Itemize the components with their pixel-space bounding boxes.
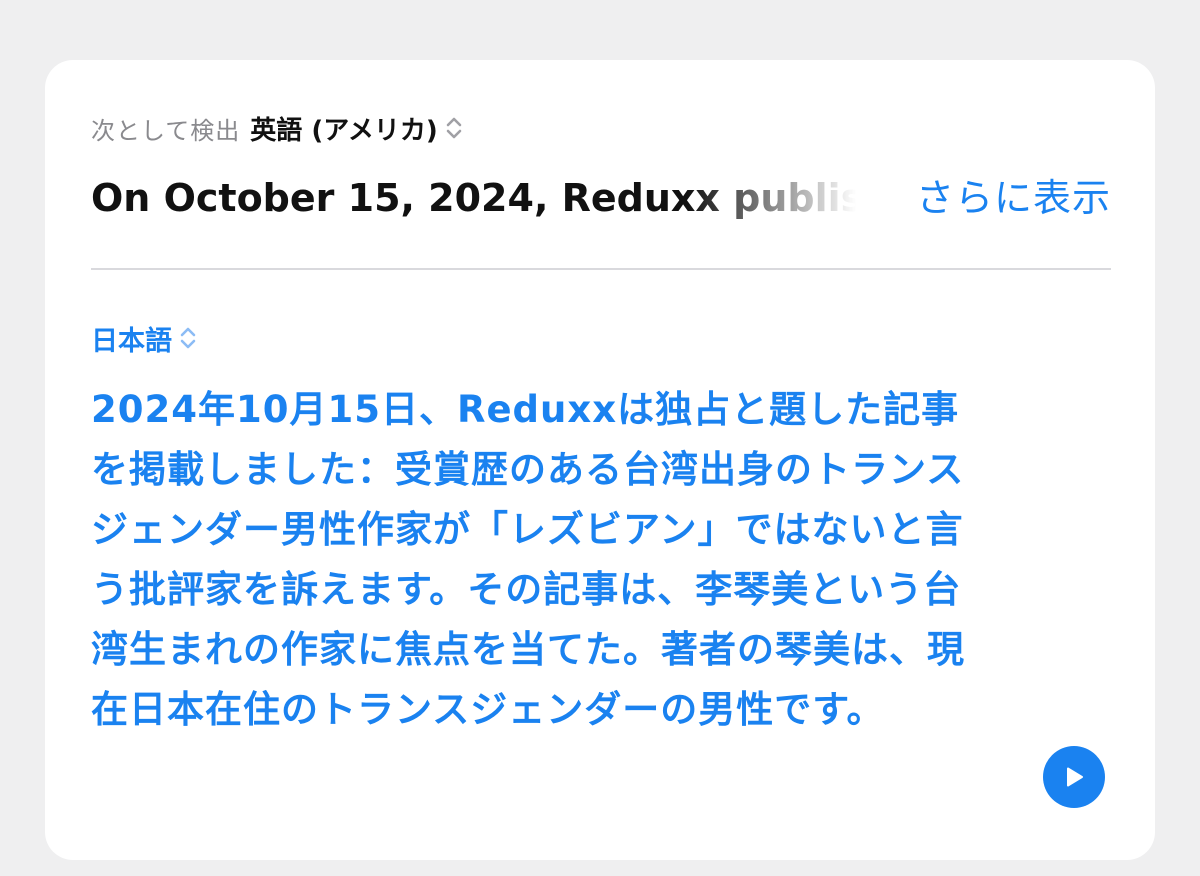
play-icon [1067,767,1083,787]
target-language[interactable]: 日本語 [91,319,172,358]
chevron-up-down-icon[interactable] [444,114,464,142]
detected-language[interactable]: 英語 (アメリカ) [250,110,438,147]
translated-text: 2024年10月15日、Reduxxは独占と題した記事を掲載しました：受賞歴のあ… [91,388,965,731]
translation-card: 次として検出 英語 (アメリカ) On October 15, 2024, Re… [45,60,1155,860]
detected-language-row[interactable]: 次として検出 英語 (アメリカ) [91,110,464,146]
show-more-button[interactable]: さらに表示 [916,170,1111,226]
chevron-up-down-icon[interactable] [178,324,198,352]
source-row: On October 15, 2024, Reduxx published さら… [91,170,1111,226]
divider [91,268,1111,270]
source-text[interactable]: On October 15, 2024, Reduxx published [91,170,856,226]
detected-as-label: 次として検出 [91,116,241,145]
target-language-selector[interactable]: 日本語 [91,318,198,358]
play-button[interactable] [1043,746,1105,808]
